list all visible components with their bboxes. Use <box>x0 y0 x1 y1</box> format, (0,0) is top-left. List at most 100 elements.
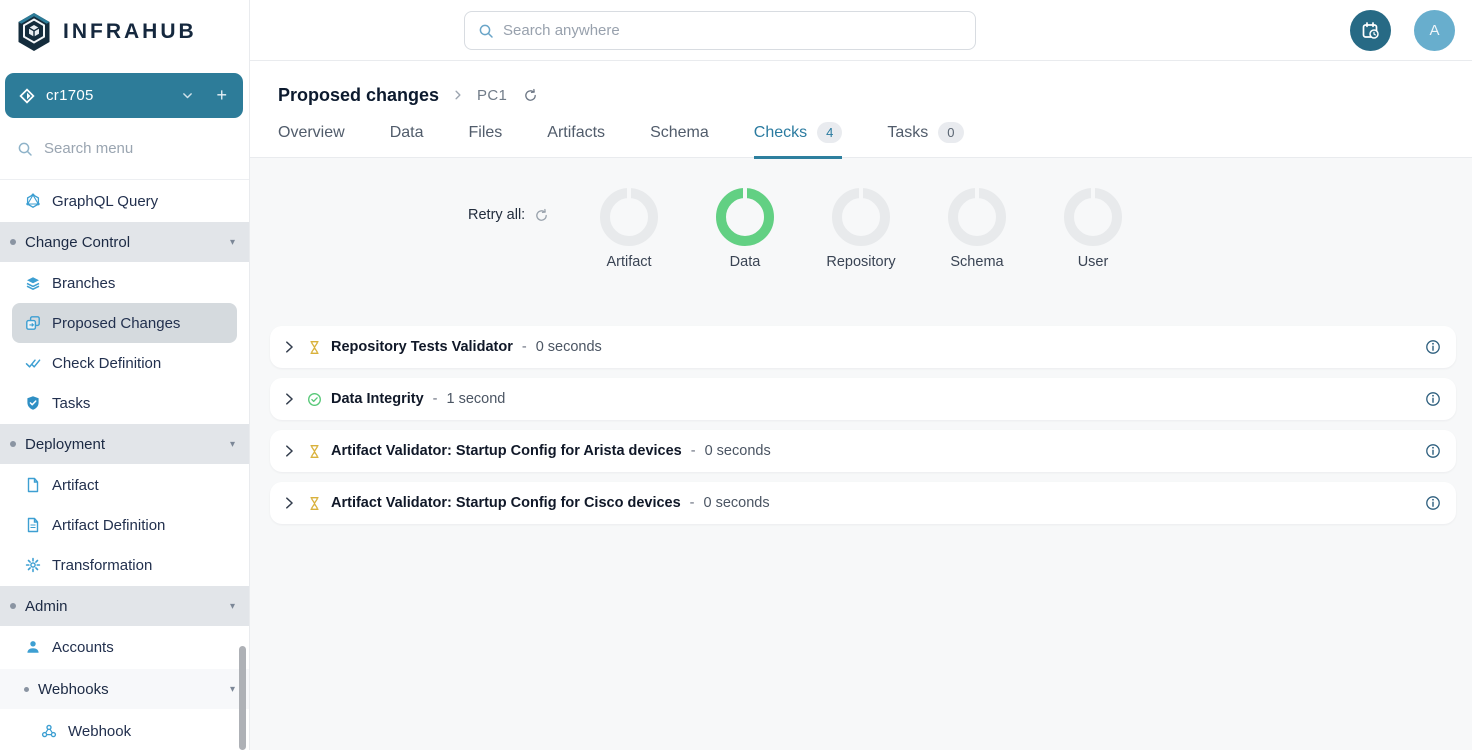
sidebar-item-label: Transformation <box>52 557 152 574</box>
hourglass-icon <box>307 444 322 459</box>
sidebar-item-label: Artifact <box>52 477 99 494</box>
tab-overview[interactable]: Overview <box>278 122 345 159</box>
chevron-down-icon: ▾ <box>230 439 235 450</box>
sidebar-item-transformation[interactable]: Transformation <box>0 545 249 585</box>
sidebar-item-label: Proposed Changes <box>52 315 180 332</box>
checks-count-badge: 4 <box>817 122 842 143</box>
section-bullet-icon <box>24 687 29 692</box>
info-icon[interactable] <box>1425 495 1441 511</box>
retry-all-label: Retry all: <box>468 207 525 223</box>
file-icon <box>25 477 41 493</box>
sidebar-menu: GraphQL Query Change Control ▾ Branches … <box>0 180 249 750</box>
tab-files[interactable]: Files <box>468 122 502 159</box>
avatar-initial: A <box>1429 22 1439 39</box>
sidebar-item-label: Webhook <box>68 723 131 740</box>
page-head: Proposed changes PC1 Overview Data Files… <box>250 61 1472 158</box>
sidebar-item-artifact[interactable]: Artifact <box>0 465 249 505</box>
chevron-down-icon: ▾ <box>230 684 235 695</box>
hourglass-icon <box>307 496 322 511</box>
sidebar-section-admin[interactable]: Admin ▾ <box>0 586 249 626</box>
breadcrumb-current: PC1 <box>477 87 507 104</box>
global-search[interactable] <box>464 11 976 50</box>
sidebar-item-tasks[interactable]: Tasks <box>0 383 249 423</box>
search-icon <box>478 23 494 39</box>
page-title[interactable]: Proposed changes <box>278 85 439 106</box>
sidebar-item-proposed-changes[interactable]: Proposed Changes <box>12 303 237 343</box>
branch-selector[interactable]: cr1705 + <box>5 73 243 118</box>
check-group-user[interactable]: User <box>1035 188 1151 270</box>
chevron-right-icon <box>452 89 464 101</box>
webhook-icon <box>41 723 57 739</box>
check-group-data[interactable]: Data <box>687 188 803 270</box>
sidebar-scrollbar[interactable] <box>239 646 246 750</box>
sidebar-section-change-control[interactable]: Change Control ▾ <box>0 222 249 262</box>
section-label: Webhooks <box>38 681 109 698</box>
tab-schema[interactable]: Schema <box>650 122 709 159</box>
sidebar: INFRAHUB cr1705 + <box>0 0 250 750</box>
info-icon[interactable] <box>1425 443 1441 459</box>
check-group-repository[interactable]: Repository <box>803 188 919 270</box>
retry-all: Retry all: <box>468 207 549 223</box>
graphql-icon <box>25 193 41 209</box>
section-bullet-icon <box>10 441 16 447</box>
sidebar-section-webhooks[interactable]: Webhooks ▾ <box>0 669 249 709</box>
tab-bar: Overview Data Files Artifacts Schema Che… <box>278 122 1472 159</box>
check-group-artifact[interactable]: Artifact <box>571 188 687 270</box>
sidebar-item-artifact-definition[interactable]: Artifact Definition <box>0 505 249 545</box>
infrahub-logo-icon <box>15 12 53 52</box>
expand-chevron-icon[interactable] <box>282 496 296 510</box>
shield-check-icon <box>25 395 41 411</box>
sidebar-item-branches[interactable]: Branches <box>0 263 249 303</box>
info-icon[interactable] <box>1425 339 1441 355</box>
sidebar-item-label: GraphQL Query <box>52 193 158 210</box>
chevron-down-icon: ▾ <box>230 601 235 612</box>
refresh-icon[interactable] <box>523 88 538 103</box>
menu-search[interactable] <box>0 118 249 180</box>
chevron-down-icon[interactable] <box>181 89 194 102</box>
brand-name: INFRAHUB <box>63 20 197 44</box>
sidebar-item-graphql-query[interactable]: GraphQL Query <box>0 181 249 221</box>
check-group-rings: Artifact Data Repository Schema User <box>571 188 1151 270</box>
section-label: Admin <box>25 598 68 615</box>
expand-chevron-icon[interactable] <box>282 392 296 406</box>
add-branch-button[interactable]: + <box>214 85 229 106</box>
validator-row[interactable]: Repository Tests Validator - 0 seconds <box>270 326 1456 368</box>
tab-artifacts[interactable]: Artifacts <box>547 122 605 159</box>
search-icon <box>17 141 33 157</box>
sidebar-item-label: Branches <box>52 275 115 292</box>
sidebar-item-check-definition[interactable]: Check Definition <box>0 343 249 383</box>
menu-search-input[interactable] <box>44 140 214 157</box>
section-label: Deployment <box>25 436 105 453</box>
check-group-schema[interactable]: Schema <box>919 188 1035 270</box>
retry-refresh-icon[interactable] <box>534 208 549 223</box>
check-circle-icon <box>307 392 322 407</box>
validator-row[interactable]: Artifact Validator: Startup Config for A… <box>270 430 1456 472</box>
checks-summary: Retry all: Artifact Data Repository <box>250 188 1472 300</box>
progress-ring <box>600 188 658 246</box>
double-check-icon <box>25 355 41 371</box>
tab-checks[interactable]: Checks 4 <box>754 122 843 159</box>
sidebar-item-accounts[interactable]: Accounts <box>0 627 249 667</box>
tab-data[interactable]: Data <box>390 122 424 159</box>
proposed-changes-icon <box>25 315 41 331</box>
sidebar-item-label: Check Definition <box>52 355 161 372</box>
expand-chevron-icon[interactable] <box>282 444 296 458</box>
sidebar-section-deployment[interactable]: Deployment ▾ <box>0 424 249 464</box>
infrahub-app: INFRAHUB cr1705 + <box>0 0 1472 750</box>
sidebar-item-label: Tasks <box>52 395 90 412</box>
top-bar: A <box>250 0 1472 61</box>
global-search-input[interactable] <box>503 22 962 39</box>
info-icon[interactable] <box>1425 391 1441 407</box>
expand-chevron-icon[interactable] <box>282 340 296 354</box>
time-travel-button[interactable] <box>1350 10 1391 51</box>
avatar[interactable]: A <box>1414 10 1455 51</box>
validator-row[interactable]: Artifact Validator: Startup Config for C… <box>270 482 1456 524</box>
sidebar-item-label: Accounts <box>52 639 114 656</box>
logo[interactable]: INFRAHUB <box>0 0 249 63</box>
sidebar-item-webhook[interactable]: Webhook <box>0 711 249 750</box>
chevron-down-icon: ▾ <box>230 237 235 248</box>
hourglass-icon <box>307 340 322 355</box>
section-bullet-icon <box>10 239 16 245</box>
validator-row[interactable]: Data Integrity - 1 second <box>270 378 1456 420</box>
tab-tasks[interactable]: Tasks 0 <box>887 122 963 159</box>
